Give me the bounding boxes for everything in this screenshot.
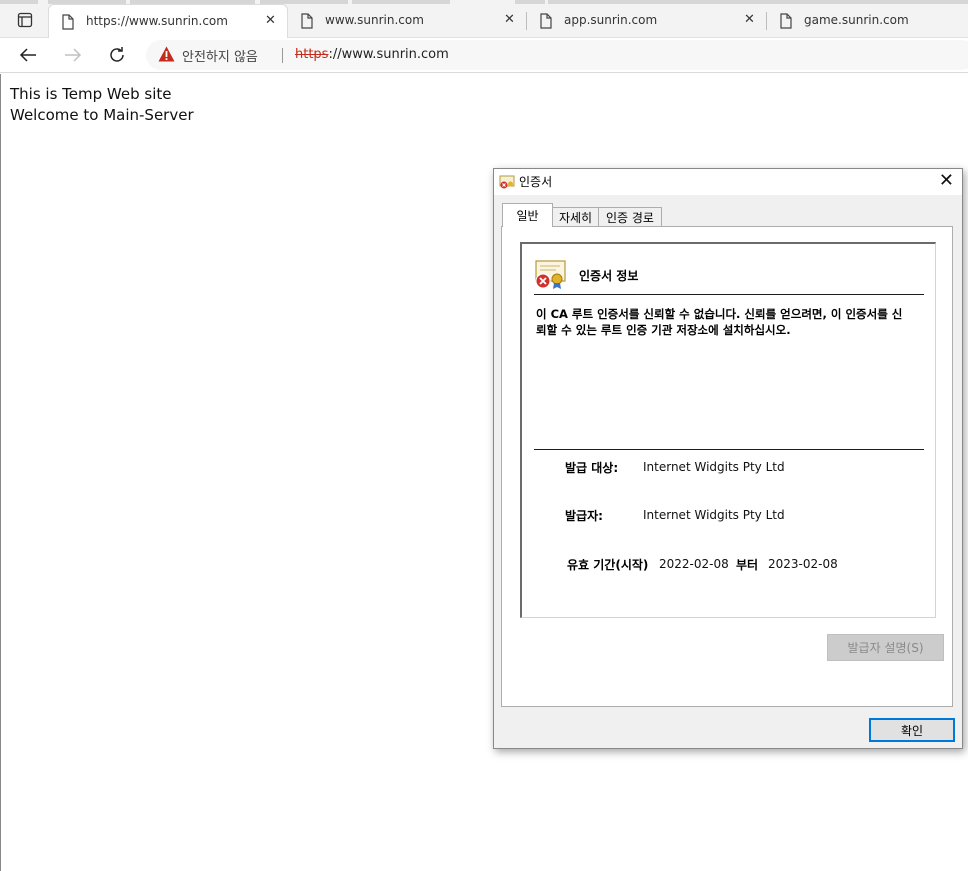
tab-game-sunrin[interactable]: game.sunrin.com <box>767 4 968 37</box>
tab-https-www-sunrin[interactable]: https://www.sunrin.com ✕ <box>48 4 288 39</box>
tab-general[interactable]: 일반 <box>502 203 553 227</box>
certificate-dialog: 인증서 ✕ 일반 자세히 인증 경로 인증서 정보 이 CA 루트 인증서를 신… <box>493 168 963 749</box>
tab-label: www.sunrin.com <box>325 13 424 27</box>
trust-warning-message: 이 CA 루트 인증서를 신뢰할 수 없습니다. 신뢰를 얻으려면, 이 인증서… <box>536 307 903 337</box>
tab-label: game.sunrin.com <box>804 13 909 27</box>
divider-top <box>534 294 924 295</box>
refresh-button[interactable] <box>105 44 129 66</box>
tab-app-sunrin[interactable]: app.sunrin.com ✕ <box>527 4 767 37</box>
url-scheme: https <box>295 47 329 62</box>
certificate-error-icon <box>499 175 515 189</box>
issued-to-label: 발급 대상: <box>565 461 619 475</box>
info-heading: 인증서 정보 <box>579 269 639 283</box>
dialog-title: 인증서 <box>519 175 553 189</box>
issued-to-value: Internet Widgits Pty Ltd <box>643 460 785 474</box>
security-status-label[interactable]: 안전하지 않음 <box>182 46 258 65</box>
back-button[interactable] <box>16 44 40 66</box>
address-bar: 안전하지 않음 https://www.sunrin.com <box>0 38 968 73</box>
ok-button[interactable]: 확인 <box>869 718 955 742</box>
tab-label: https://www.sunrin.com <box>86 14 228 28</box>
tab-close-button[interactable]: ✕ <box>744 12 755 27</box>
refresh-icon <box>110 47 124 62</box>
page-icon <box>540 13 552 29</box>
back-arrow-icon <box>19 48 36 62</box>
dialog-title-bar[interactable]: 인증서 ✕ <box>494 169 962 195</box>
forward-button[interactable] <box>61 44 85 66</box>
valid-from-value: 2022-02-08 <box>659 557 729 571</box>
dialog-close-button[interactable]: ✕ <box>939 171 954 191</box>
issuer-statement-button[interactable]: 발급자 설명(S) <box>827 634 944 661</box>
tab-label: app.sunrin.com <box>564 13 658 27</box>
warning-icon[interactable] <box>158 46 175 62</box>
url-field[interactable]: 안전하지 않음 https://www.sunrin.com <box>146 40 968 70</box>
tab-strip: https://www.sunrin.com ✕ www.sunrin.com … <box>0 0 968 39</box>
tab-www-sunrin[interactable]: www.sunrin.com ✕ <box>288 4 528 37</box>
tab-actions-icon <box>17 12 33 28</box>
issued-by-label: 발급자: <box>565 509 603 523</box>
certificate-info-box: 인증서 정보 이 CA 루트 인증서를 신뢰할 수 없습니다. 신뢰를 얻으려면… <box>520 242 936 618</box>
forward-arrow-icon <box>65 48 82 62</box>
url-host: ://www.sunrin.com <box>328 47 449 62</box>
page-icon <box>62 14 74 30</box>
general-tab-panel: 인증서 정보 이 CA 루트 인증서를 신뢰할 수 없습니다. 신뢰를 얻으려면… <box>501 226 953 707</box>
tab-close-button[interactable]: ✕ <box>265 13 276 28</box>
page-icon <box>301 13 313 29</box>
url-divider <box>282 48 283 63</box>
issued-by-value: Internet Widgits Pty Ltd <box>643 508 785 522</box>
tab-close-button[interactable]: ✕ <box>504 12 515 27</box>
tab-certification-path[interactable]: 인증 경로 <box>598 207 662 226</box>
divider-bottom <box>534 449 924 450</box>
tab-actions-button[interactable] <box>10 8 40 32</box>
valid-to-value: 2023-02-08 <box>768 557 838 571</box>
validity-label: 유효 기간(시작) <box>567 558 649 572</box>
page-text-line-2: Welcome to Main-Server <box>10 106 194 124</box>
page-icon <box>780 13 792 29</box>
url-text[interactable]: https://www.sunrin.com <box>295 47 449 62</box>
certificate-untrusted-icon <box>535 260 566 289</box>
page-text-line-1: This is Temp Web site <box>10 85 172 103</box>
tab-details[interactable]: 자세히 <box>552 207 599 226</box>
valid-to-label: 부터 <box>736 558 759 572</box>
